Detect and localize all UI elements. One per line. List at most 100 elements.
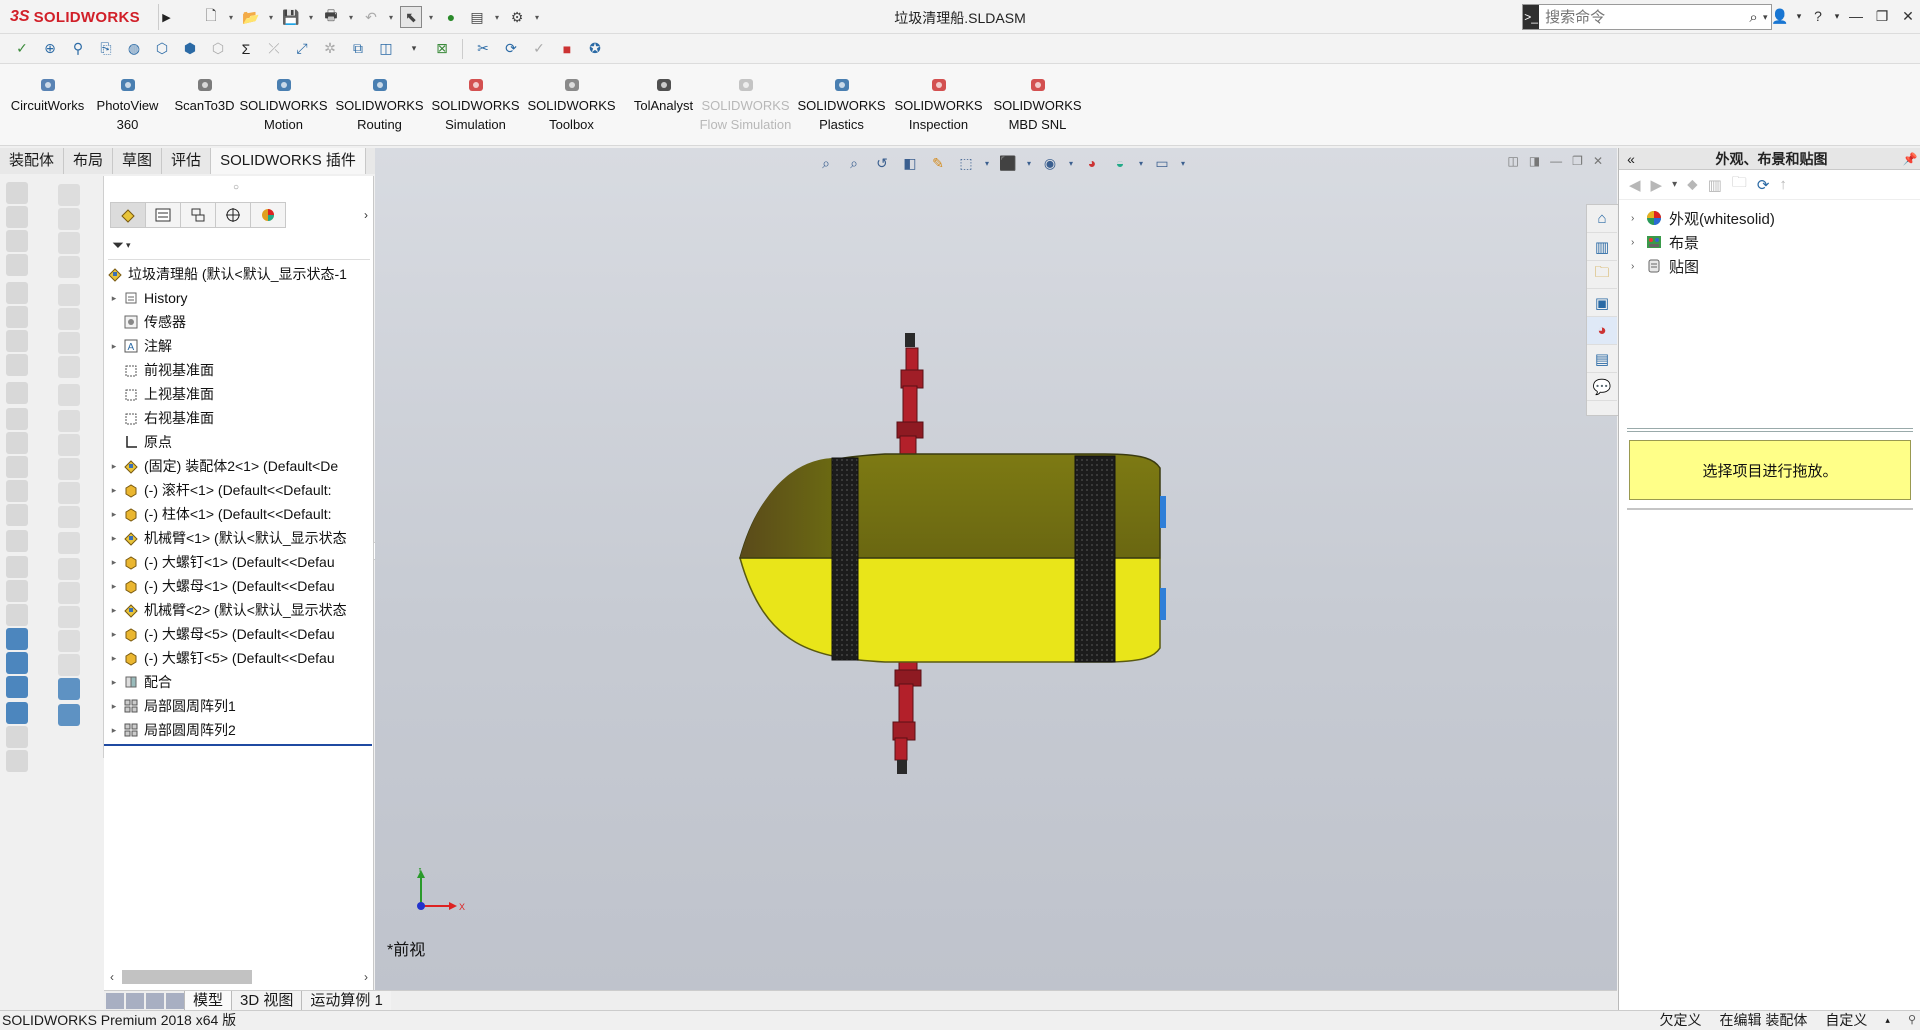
units-custom[interactable]: 自定义 — [1825, 1011, 1867, 1030]
nav-dropdown-icon[interactable]: ▾ — [1672, 179, 1677, 190]
left-tool-4-icon[interactable] — [6, 254, 28, 276]
design-library-icon[interactable]: ▥ — [1587, 233, 1617, 261]
units-dropdown-icon[interactable]: ▴ — [1885, 1011, 1890, 1030]
left-tool-col2-6-icon[interactable] — [58, 308, 80, 330]
cmd-flow-simulation-button[interactable]: SOLIDWORKS Flow Simulation — [698, 76, 793, 134]
open-dropdown-icon[interactable]: ▾ — [266, 6, 276, 28]
drawing-compare-icon[interactable]: ⟳ — [499, 37, 523, 61]
left-tool-19-icon[interactable] — [6, 628, 28, 650]
help-dropdown-icon[interactable]: ▾ — [1832, 4, 1842, 28]
tab-sketch[interactable]: 草图 — [113, 148, 163, 174]
user-icon[interactable]: 👤 — [1768, 4, 1792, 28]
print-dropdown-icon[interactable]: ▾ — [346, 6, 356, 28]
search-input[interactable] — [1539, 6, 1745, 28]
left-tool-13-icon[interactable] — [6, 480, 28, 502]
scroll-right-icon[interactable]: › — [358, 970, 374, 984]
tree-item[interactable]: ▸ 机械臂<2> (默认<默认_显示状态 — [104, 598, 374, 622]
boat-hull[interactable] — [739, 453, 1166, 663]
undo-icon[interactable]: ↶ — [360, 6, 382, 28]
left-tool-9-icon[interactable] — [6, 382, 28, 404]
forum-icon[interactable]: 💬 — [1587, 373, 1617, 401]
pin-icon[interactable]: 📌 — [1900, 152, 1920, 166]
expand-icon[interactable]: › — [1631, 213, 1645, 224]
viewport-tile-right-icon[interactable]: ◨ — [1529, 154, 1540, 168]
tree-item[interactable]: ▸ (-) 大螺钉<1> (Default<<Defau — [104, 550, 374, 574]
task-pane-splitter[interactable] — [1627, 428, 1913, 432]
file-explorer-icon[interactable]: 🗀 — [1587, 261, 1617, 289]
graphics-area[interactable]: ⌕ ⌕ ↺ ◧ ✎ ⬚ ▾ ⬛ ▾ ◉ ▾ ◕ ◒ ▾ ▭ ▾ ◫ ◨ — ❐ … — [375, 148, 1617, 990]
tab-motion-study[interactable]: 运动算例 1 — [301, 991, 391, 1011]
left-tool-col2-7-icon[interactable] — [58, 332, 80, 354]
back-icon[interactable]: ◀ — [1629, 176, 1641, 194]
forward-icon[interactable]: ▶ — [1651, 176, 1663, 194]
excel-export-icon[interactable]: ⊠ — [430, 37, 454, 61]
left-tool-6-icon[interactable] — [6, 306, 28, 328]
left-tool-col2-12-icon[interactable] — [58, 458, 80, 480]
display-style-dropdown-icon[interactable]: ▾ — [1025, 152, 1033, 174]
left-tool-17-icon[interactable] — [6, 580, 28, 602]
tab-evaluate[interactable]: 评估 — [162, 148, 212, 174]
prev-tab-icon[interactable] — [126, 992, 144, 1009]
command-search-box[interactable]: >_ ⌕ ▾ — [1522, 4, 1772, 30]
toolbar-dropdown-icon[interactable]: ▾ — [402, 37, 426, 61]
hide-show-items-icon[interactable]: ◉ — [1039, 152, 1061, 174]
expand-arrow-icon[interactable]: ▸ — [108, 557, 120, 568]
left-tool-12-icon[interactable] — [6, 456, 28, 478]
viewport-restore-icon[interactable]: ❐ — [1572, 154, 1583, 168]
expand-arrow-icon[interactable]: ▸ — [108, 533, 120, 544]
undo-dropdown-icon[interactable]: ▾ — [386, 6, 396, 28]
apply-scene-icon[interactable]: ◒ — [1109, 152, 1131, 174]
view-settings-dropdown-icon[interactable]: ▾ — [1179, 152, 1187, 174]
save-icon[interactable]: 💾 — [280, 6, 302, 28]
tab-model[interactable]: 模型 — [184, 991, 232, 1011]
left-tool-col2-19-icon[interactable] — [58, 630, 80, 652]
performance-icon[interactable]: ⤢ — [290, 37, 314, 61]
add-to-library-icon[interactable]: ⬥ — [1687, 176, 1698, 193]
tree-item[interactable]: ▸ A 注解 — [104, 334, 374, 358]
appearances-scenes-icon[interactable]: ◕ — [1587, 317, 1617, 345]
left-tool-11-icon[interactable] — [6, 432, 28, 454]
apply-scene-dropdown-icon[interactable]: ▾ — [1137, 152, 1145, 174]
new-document-icon[interactable]: 🗋 — [200, 6, 222, 28]
file-properties-dropdown-icon[interactable]: ▾ — [492, 6, 502, 28]
tree-item[interactable]: ▸ 配合 — [104, 670, 374, 694]
left-tool-1-icon[interactable] — [6, 182, 28, 204]
left-tool-21-icon[interactable] — [6, 676, 28, 698]
mass-properties-icon[interactable]: ⬢ — [178, 37, 202, 61]
tab-navigation[interactable] — [104, 991, 184, 1010]
cmd-motion-button[interactable]: SOLIDWORKS Motion — [236, 76, 331, 134]
view-orientation-dropdown-icon[interactable]: ▾ — [983, 152, 991, 174]
select-arrow-icon[interactable]: ⬉ — [400, 6, 422, 28]
up-level-icon[interactable]: ↑ — [1779, 176, 1787, 193]
left-tool-col2-3-icon[interactable] — [58, 232, 80, 254]
search-icon[interactable]: ⌕ — [1744, 9, 1763, 26]
tp-item-scene[interactable]: › 布景 — [1619, 230, 1920, 254]
left-tool-20-icon[interactable] — [6, 652, 28, 674]
minimize-icon[interactable]: — — [1844, 4, 1868, 28]
left-tool-col2-20-icon[interactable] — [58, 654, 80, 676]
open-folder-icon[interactable]: 📂 — [240, 6, 262, 28]
compare-icon[interactable]: ⧉ — [346, 37, 370, 61]
zoom-to-area-icon[interactable]: ⌕ — [843, 152, 865, 174]
left-tool-22-icon[interactable] — [6, 702, 28, 724]
hide-show-dropdown-icon[interactable]: ▾ — [1067, 152, 1075, 174]
left-tool-col2-5-icon[interactable] — [58, 284, 80, 306]
filter-icon[interactable]: ⏷ — [112, 237, 124, 254]
tab-assembly[interactable]: 装配体 — [0, 148, 65, 174]
configuration-manager-tab-icon[interactable] — [180, 202, 216, 228]
expand-arrow-icon[interactable]: ▸ — [108, 605, 120, 616]
sum-icon[interactable]: Σ — [234, 37, 258, 61]
status-options-icon[interactable]: ⚲ — [1908, 1011, 1916, 1030]
left-tool-col2-4-icon[interactable] — [58, 256, 80, 278]
left-tool-col2-8-icon[interactable] — [58, 356, 80, 378]
next-tab-icon[interactable] — [146, 992, 164, 1009]
spell-check-icon[interactable]: ✓ — [10, 37, 34, 61]
interference-icon[interactable]: ⬡ — [150, 37, 174, 61]
cmd-simulation-button[interactable]: SOLIDWORKS Simulation — [428, 76, 523, 134]
custom-properties-icon[interactable]: ▤ — [1587, 345, 1617, 373]
left-tool-7-icon[interactable] — [6, 330, 28, 352]
rollback-bar[interactable] — [104, 744, 372, 746]
tree-item[interactable]: ▸ 机械臂<1> (默认<默认_显示状态 — [104, 526, 374, 550]
left-tool-col2-22-icon[interactable] — [58, 704, 80, 726]
display-style-icon[interactable]: ⬛ — [997, 152, 1019, 174]
